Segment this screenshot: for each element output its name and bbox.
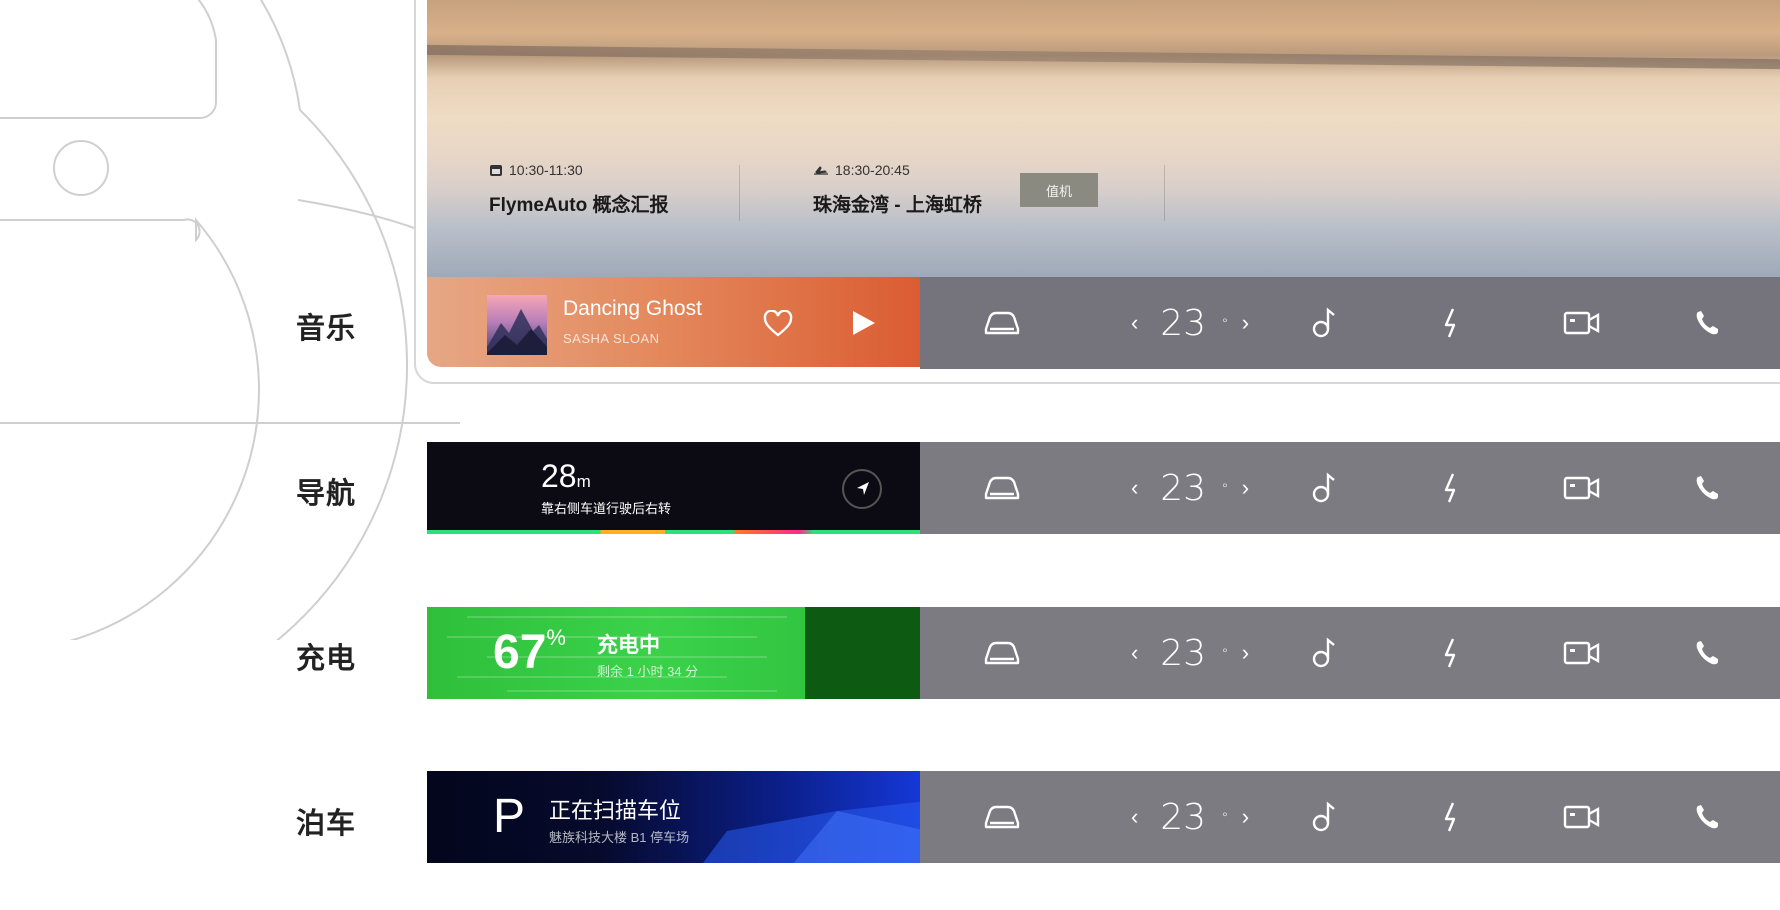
temp-decrease[interactable]: ‹ xyxy=(1131,640,1138,666)
control-strip-park: ‹ 23 ° › xyxy=(920,771,1780,863)
temperature-value: 23 xyxy=(1160,467,1207,509)
play-icon[interactable] xyxy=(851,309,877,337)
temperature-control[interactable]: ‹ 23 ° › xyxy=(1105,607,1275,699)
heart-icon[interactable] xyxy=(763,310,793,338)
temperature-value: 23 xyxy=(1160,302,1207,344)
parking-status: 正在扫描车位 xyxy=(549,798,682,823)
compass-icon[interactable] xyxy=(841,468,883,510)
event-1-title: FlymeAuto 概念汇报 xyxy=(489,195,669,216)
traffic-bar xyxy=(427,530,923,534)
artist-name: SASHA SLOAN xyxy=(563,331,660,346)
temp-increase[interactable]: › xyxy=(1242,804,1249,830)
album-cover xyxy=(487,295,547,355)
camera-icon[interactable] xyxy=(1562,277,1602,369)
temperature-control[interactable]: ‹ 23 ° › xyxy=(1105,771,1275,863)
bolt-icon[interactable] xyxy=(1440,771,1462,863)
control-strip-music: ‹ 23 ° › xyxy=(920,277,1780,369)
checkin-button[interactable]: 值机 xyxy=(1020,173,1098,207)
parking-card[interactable]: P 正在扫描车位 魅族科技大楼 B1 停车场 xyxy=(427,771,923,863)
temperature-control[interactable]: ‹ 23 ° › xyxy=(1105,442,1275,534)
schedule-event-2[interactable]: 18:30-20:45 珠海金湾 - 上海虹桥 xyxy=(813,162,982,217)
phone-icon[interactable] xyxy=(1692,771,1722,863)
row-label-park: 泊车 xyxy=(296,808,357,840)
phone-icon[interactable] xyxy=(1692,607,1722,699)
temp-decrease[interactable]: ‹ xyxy=(1131,804,1138,830)
music-note-icon[interactable] xyxy=(1310,277,1340,369)
car-icon[interactable] xyxy=(982,442,1022,534)
navigation-card[interactable]: 28m 靠右侧车道行驶后右转 xyxy=(427,442,923,534)
charge-remaining: 剩余 1 小时 34 分 xyxy=(597,664,699,679)
row-label-charge: 充电 xyxy=(296,643,357,675)
parking-letter: P xyxy=(493,790,526,843)
sea-horizon xyxy=(427,44,1780,70)
car-icon[interactable] xyxy=(982,771,1022,863)
temp-decrease[interactable]: ‹ xyxy=(1131,475,1138,501)
row-label-nav: 导航 xyxy=(296,478,357,510)
music-card[interactable]: Dancing Ghost SASHA SLOAN xyxy=(427,277,921,367)
camera-icon[interactable] xyxy=(1562,771,1602,863)
charge-percent: 67% xyxy=(493,625,566,679)
schedule-divider xyxy=(739,165,740,221)
charging-card[interactable]: 67% 充电中 剩余 1 小时 34 分 xyxy=(427,607,923,699)
charge-status: 充电中 xyxy=(597,634,660,657)
steering-wheel-illustration xyxy=(0,0,460,640)
camera-icon[interactable] xyxy=(1562,442,1602,534)
phone-icon[interactable] xyxy=(1692,277,1722,369)
event-2-title: 珠海金湾 - 上海虹桥 xyxy=(813,195,982,216)
event-2-time: 18:30-20:45 xyxy=(835,162,910,178)
temp-increase[interactable]: › xyxy=(1242,640,1249,666)
car-icon[interactable] xyxy=(982,277,1022,369)
nav-distance: 28m xyxy=(541,458,591,494)
temp-increase[interactable]: › xyxy=(1242,475,1249,501)
hero-background: 10:30-11:30 FlymeAuto 概念汇报 18:30-20:45 珠… xyxy=(427,0,1780,278)
song-title: Dancing Ghost xyxy=(563,297,702,320)
temp-decrease[interactable]: ‹ xyxy=(1131,310,1138,336)
bolt-icon[interactable] xyxy=(1440,607,1462,699)
calendar-icon xyxy=(490,165,502,176)
row-label-music: 音乐 xyxy=(296,313,357,345)
temperature-control[interactable]: ‹ 23 ° › xyxy=(1105,277,1275,369)
temp-increase[interactable]: › xyxy=(1242,310,1249,336)
bolt-icon[interactable] xyxy=(1440,442,1462,534)
temperature-value: 23 xyxy=(1160,632,1207,674)
music-note-icon[interactable] xyxy=(1310,771,1340,863)
music-note-icon[interactable] xyxy=(1310,442,1340,534)
parking-location: 魅族科技大楼 B1 停车场 xyxy=(549,830,690,845)
nav-instruction: 靠右侧车道行驶后右转 xyxy=(541,501,672,516)
control-strip-charge: ‹ 23 ° › xyxy=(920,607,1780,699)
music-note-icon[interactable] xyxy=(1310,607,1340,699)
parking-scan-graphic xyxy=(703,801,923,863)
bolt-icon[interactable] xyxy=(1440,277,1462,369)
plane-icon xyxy=(814,166,828,175)
camera-icon[interactable] xyxy=(1562,607,1602,699)
schedule-event-1[interactable]: 10:30-11:30 FlymeAuto 概念汇报 xyxy=(489,162,668,217)
car-icon[interactable] xyxy=(982,607,1022,699)
temperature-value: 23 xyxy=(1160,796,1207,838)
control-strip-nav: ‹ 23 ° › xyxy=(920,442,1780,534)
event-1-time: 10:30-11:30 xyxy=(509,162,583,178)
schedule-divider xyxy=(1164,165,1165,221)
phone-icon[interactable] xyxy=(1692,442,1722,534)
